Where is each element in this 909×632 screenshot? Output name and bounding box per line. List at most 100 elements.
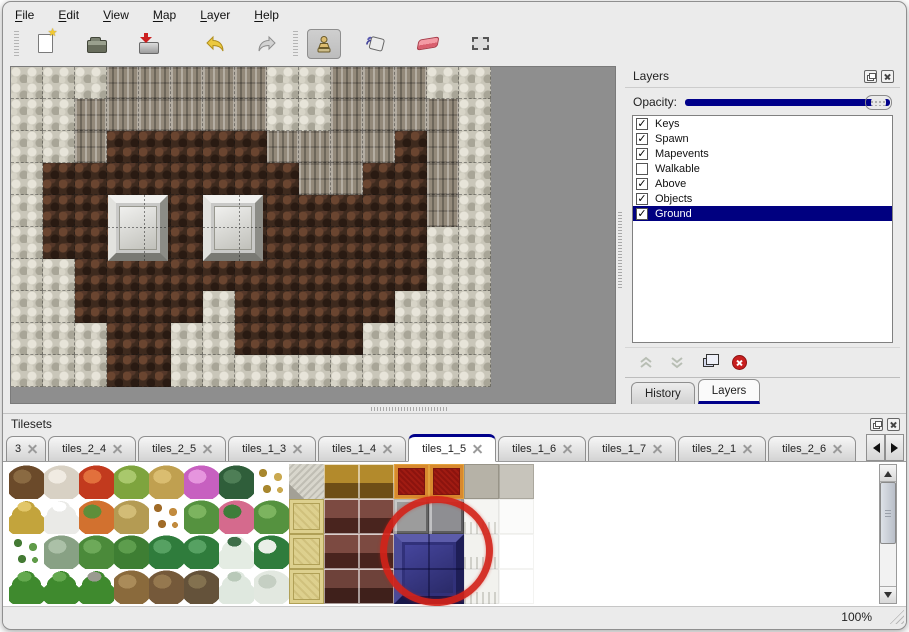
stone-pillar-tile[interactable] <box>203 195 263 261</box>
map-tile[interactable] <box>171 99 203 131</box>
layer-item-ground[interactable]: ✓Ground <box>633 206 892 221</box>
layer-visibility-checkbox[interactable]: ✓ <box>636 193 648 205</box>
map-tile[interactable] <box>459 195 491 227</box>
move-layer-down-button[interactable] <box>668 354 686 372</box>
map-tile[interactable] <box>267 323 299 355</box>
map-tile[interactable] <box>107 99 139 131</box>
tileset-tile[interactable] <box>464 464 499 499</box>
close-panel-icon[interactable] <box>887 418 900 431</box>
map-tile[interactable] <box>171 195 203 227</box>
tileset-tile[interactable] <box>219 569 254 604</box>
map-tile[interactable] <box>459 99 491 131</box>
map-tile[interactable] <box>363 163 395 195</box>
map-tile[interactable] <box>267 131 299 163</box>
close-panel-icon[interactable] <box>881 70 894 83</box>
vertical-splitter[interactable] <box>616 66 625 404</box>
menu-help[interactable]: Help <box>254 8 279 22</box>
fill-tool-button[interactable] <box>359 29 393 59</box>
layer-item-spawn[interactable]: ✓Spawn <box>633 131 892 146</box>
map-tile[interactable] <box>75 99 107 131</box>
move-layer-up-button[interactable] <box>637 354 655 372</box>
close-tab-icon[interactable] <box>833 445 842 454</box>
tileset-tile[interactable] <box>44 569 79 604</box>
map-tile[interactable] <box>363 291 395 323</box>
tileset-tile[interactable] <box>9 464 44 499</box>
close-tab-icon[interactable] <box>113 445 122 454</box>
map-tile[interactable] <box>459 163 491 195</box>
map-tile[interactable] <box>43 131 75 163</box>
map-tile[interactable] <box>299 323 331 355</box>
tileset-tile[interactable] <box>324 569 359 604</box>
map-tile[interactable] <box>75 227 107 259</box>
map-tile[interactable] <box>235 67 267 99</box>
map-tile[interactable] <box>363 131 395 163</box>
menu-layer[interactable]: Layer <box>200 8 230 22</box>
eraser-tool-button[interactable] <box>411 29 445 59</box>
map-tile[interactable] <box>235 99 267 131</box>
layer-visibility-checkbox[interactable]: ✓ <box>636 118 648 130</box>
map-tile[interactable] <box>75 291 107 323</box>
layer-visibility-checkbox[interactable]: ✓ <box>636 148 648 160</box>
map-tile[interactable] <box>139 355 171 387</box>
tileset-tile[interactable] <box>219 499 254 534</box>
tileset-tile[interactable] <box>184 534 219 569</box>
delete-layer-button[interactable] <box>730 354 748 372</box>
map-tile[interactable] <box>75 355 107 387</box>
map-tile[interactable] <box>427 163 459 195</box>
tileset-tile[interactable] <box>289 534 324 569</box>
layer-item-walkable[interactable]: Walkable <box>633 161 892 176</box>
map-tile[interactable] <box>331 227 363 259</box>
tileset-tile[interactable] <box>149 534 184 569</box>
layer-item-keys[interactable]: ✓Keys <box>633 116 892 131</box>
tileset-tab-tiles_1_6[interactable]: tiles_1_6 <box>498 436 586 461</box>
tileset-tile[interactable] <box>359 464 394 499</box>
map-tile[interactable] <box>299 355 331 387</box>
map-tile[interactable] <box>11 227 43 259</box>
map-tile[interactable] <box>395 259 427 291</box>
close-tab-icon[interactable] <box>203 445 212 454</box>
layer-item-above[interactable]: ✓Above <box>633 176 892 191</box>
tileset-tab-tiles_2_4[interactable]: tiles_2_4 <box>48 436 136 461</box>
map-tile[interactable] <box>171 67 203 99</box>
tileset-tile[interactable] <box>149 464 184 499</box>
tileset-tab-tiles_1_5[interactable]: tiles_1_5 <box>408 434 496 462</box>
map-tile[interactable] <box>331 355 363 387</box>
map-tile[interactable] <box>171 259 203 291</box>
map-tile[interactable] <box>171 163 203 195</box>
map-tile[interactable] <box>427 131 459 163</box>
map-tile[interactable] <box>395 227 427 259</box>
tileset-tile[interactable] <box>9 534 44 569</box>
opacity-slider-handle[interactable] <box>865 95 892 110</box>
map-tile[interactable] <box>75 163 107 195</box>
map-tile[interactable] <box>427 99 459 131</box>
menu-map[interactable]: Map <box>153 8 176 22</box>
close-tab-icon[interactable] <box>743 445 752 454</box>
tileset-tab-tiles_2_6[interactable]: tiles_2_6 <box>768 436 856 461</box>
map-tile[interactable] <box>203 163 235 195</box>
save-button[interactable] <box>132 29 166 59</box>
tileset-tab-tiles_1_3[interactable]: tiles_1_3 <box>228 436 316 461</box>
layer-visibility-checkbox[interactable]: ✓ <box>636 178 648 190</box>
map-tile[interactable] <box>299 131 331 163</box>
tileset-tile[interactable] <box>149 569 184 604</box>
scrollbar-thumb[interactable] <box>880 482 896 544</box>
tileset-tile[interactable] <box>114 499 149 534</box>
open-button[interactable] <box>80 29 114 59</box>
map-tile[interactable] <box>395 163 427 195</box>
map-tile[interactable] <box>235 355 267 387</box>
map-tile[interactable] <box>459 355 491 387</box>
layer-visibility-checkbox[interactable]: ✓ <box>636 208 648 220</box>
map-tile[interactable] <box>459 131 491 163</box>
map-tile[interactable] <box>331 131 363 163</box>
map-tile[interactable] <box>331 67 363 99</box>
layer-item-mapevents[interactable]: ✓Mapevents <box>633 146 892 161</box>
map-tile[interactable] <box>267 99 299 131</box>
map-tile[interactable] <box>267 291 299 323</box>
tileset-tile[interactable] <box>44 499 79 534</box>
splitter-grip[interactable] <box>371 407 447 411</box>
map-tile[interactable] <box>235 163 267 195</box>
map-tile[interactable] <box>139 291 171 323</box>
map-tile[interactable] <box>75 131 107 163</box>
map-tile[interactable] <box>11 355 43 387</box>
tileset-tab-3[interactable]: 3 <box>6 436 46 461</box>
